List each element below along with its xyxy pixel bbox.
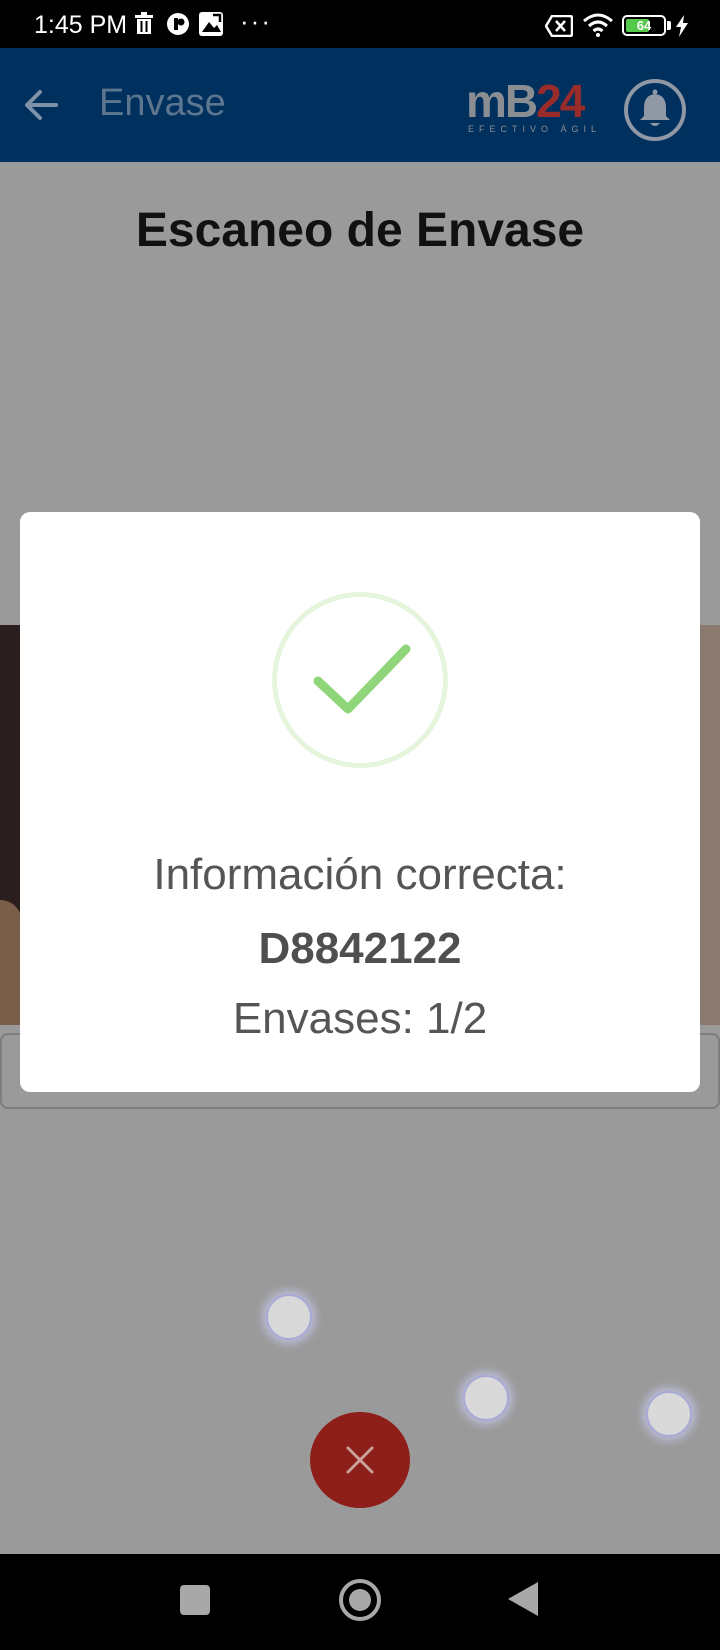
page-heading: Escaneo de Envase [135, 204, 585, 257]
back-triangle-icon[interactable] [506, 1580, 540, 1618]
recents-square-icon[interactable] [179, 1584, 211, 1616]
logo-wordmark: mB24 [466, 75, 585, 127]
status-bar: 1:45 PM ··· 64 [0, 0, 720, 48]
camera-preview-corner [0, 900, 22, 1025]
dialog-count: Envases: 1/2 [232, 994, 488, 1043]
close-button[interactable] [310, 1412, 410, 1508]
wifi-icon [583, 13, 613, 37]
close-icon [346, 1446, 374, 1474]
dialog-code: D8842122 [258, 924, 462, 973]
checkmark-icon [313, 644, 411, 714]
image-icon [199, 12, 223, 36]
home-circle-icon[interactable] [338, 1578, 382, 1622]
sim-off-icon [545, 15, 573, 37]
charging-icon [676, 15, 688, 37]
success-indicator [272, 592, 448, 768]
mb24-logo: mB24 EFECTIVO ÁGIL [466, 76, 596, 146]
camera-preview-edge [698, 625, 720, 1025]
back-arrow-icon[interactable] [20, 82, 66, 128]
navigation-bar [0, 1554, 720, 1650]
bell-icon [640, 89, 670, 126]
battery-level: 64 [636, 18, 652, 33]
app-bar-title: Envase [99, 82, 226, 124]
notifications-button[interactable] [624, 79, 686, 141]
more-notifications-icon: ··· [240, 6, 272, 36]
floating-dot[interactable] [463, 1375, 509, 1421]
battery-tip [667, 21, 671, 30]
trash-icon [135, 12, 153, 34]
logo-tagline: EFECTIVO ÁGIL [468, 124, 602, 134]
success-dialog: Información correcta: D8842122 Envases: … [20, 512, 700, 1092]
floating-dot[interactable] [266, 1294, 312, 1340]
floating-dot[interactable] [646, 1391, 692, 1437]
app-bar: Envase mB24 EFECTIVO ÁGIL [0, 48, 720, 162]
status-time: 1:45 PM [34, 11, 128, 39]
notification-app-icon [167, 13, 189, 35]
battery-icon: 64 [622, 15, 666, 36]
dialog-message: Información correcta: [153, 850, 567, 899]
